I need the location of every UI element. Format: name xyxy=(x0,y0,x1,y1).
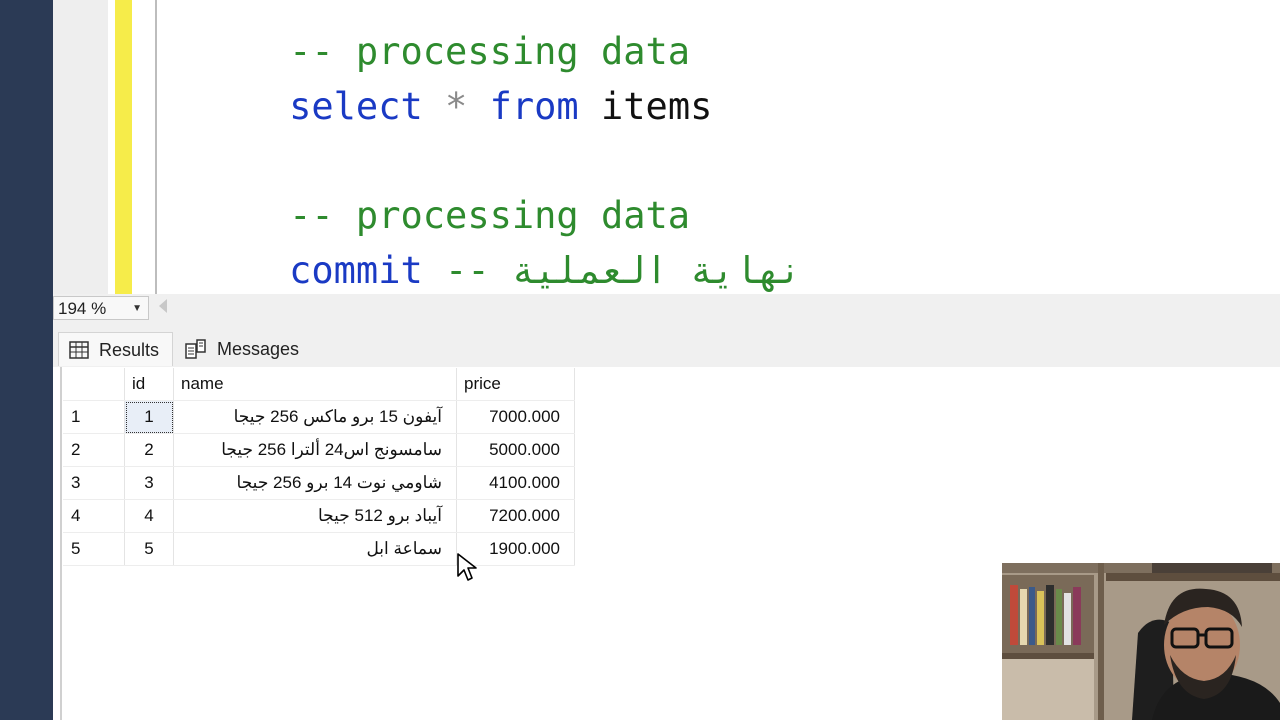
cell-id[interactable]: 3 xyxy=(124,466,174,500)
tab-messages[interactable]: Messages xyxy=(179,332,309,366)
row-number[interactable]: 4 xyxy=(63,499,125,533)
table-row[interactable]: 3 3 شاومي نوت 14 برو 256 جيجا 4100.000 xyxy=(63,466,575,500)
results-pane-border xyxy=(60,367,62,720)
row-number[interactable]: 3 xyxy=(63,466,125,500)
tab-results[interactable]: Results xyxy=(58,332,173,366)
grid-header-row: id name price xyxy=(63,368,575,401)
cell-price[interactable]: 7200.000 xyxy=(456,499,575,533)
row-number[interactable]: 5 xyxy=(63,532,125,566)
cell-name[interactable]: آيفون 15 برو ماكس 256 جيجا xyxy=(173,400,457,434)
cell-name[interactable]: شاومي نوت 14 برو 256 جيجا xyxy=(173,466,457,500)
cell-id[interactable]: 2 xyxy=(124,433,174,467)
editor-gutter xyxy=(53,0,108,294)
zoom-dropdown[interactable]: 194 % ▼ xyxy=(53,296,149,320)
column-header-price[interactable]: price xyxy=(456,368,575,401)
row-number[interactable]: 2 xyxy=(63,433,125,467)
sql-operator-star: * xyxy=(445,85,468,128)
table-row[interactable]: 2 2 سامسونج اس24 ألترا 256 جيجا 5000.000 xyxy=(63,433,575,467)
column-header-name[interactable]: name xyxy=(173,368,457,401)
cell-price[interactable]: 7000.000 xyxy=(456,400,575,434)
sql-table-name: items xyxy=(601,85,713,128)
table-row[interactable]: 5 5 سماعة ابل 1900.000 xyxy=(63,532,575,566)
results-tab-strip: Results Messages xyxy=(53,322,1280,368)
tab-results-label: Results xyxy=(99,339,160,360)
cell-id[interactable]: 5 xyxy=(124,532,174,566)
change-tracking-bar xyxy=(115,0,132,294)
column-header-id[interactable]: id xyxy=(124,368,174,401)
webcam-overlay xyxy=(1002,563,1280,720)
editor-status-bar: 194 % ▼ xyxy=(53,294,1280,323)
table-row[interactable]: 1 1 آيفون 15 برو ماكس 256 جيجا 7000.000 xyxy=(63,400,575,434)
cell-price[interactable]: 4100.000 xyxy=(456,466,575,500)
tab-messages-label: Messages xyxy=(217,339,300,359)
results-grid[interactable]: id name price 1 1 آيفون 15 برو ماكس 256 … xyxy=(63,368,575,566)
editor-gutter-divider xyxy=(155,0,157,294)
scroll-left-arrow-icon[interactable] xyxy=(159,299,167,313)
window-left-border xyxy=(0,0,53,720)
table-row[interactable]: 4 4 آيباد برو 512 جيجا 7200.000 xyxy=(63,499,575,533)
sql-comment-arabic: -- نهاية العملية xyxy=(445,249,802,292)
query-editor[interactable]: -- processing data select * from items -… xyxy=(53,0,1280,294)
cell-name[interactable]: سماعة ابل xyxy=(173,532,457,566)
webcam-video-icon xyxy=(1002,563,1280,720)
sql-keyword-from: from xyxy=(489,85,579,128)
messages-icon xyxy=(185,339,206,359)
sql-keyword-commit: commit xyxy=(289,249,423,292)
cell-id[interactable]: 4 xyxy=(124,499,174,533)
sql-keyword-select: select xyxy=(289,85,423,128)
row-number[interactable]: 1 xyxy=(63,400,125,434)
cell-price[interactable]: 5000.000 xyxy=(456,433,575,467)
cell-name[interactable]: سامسونج اس24 ألترا 256 جيجا xyxy=(173,433,457,467)
mouse-pointer-icon xyxy=(457,553,477,581)
grid-icon xyxy=(69,340,89,359)
row-number-header[interactable] xyxy=(63,368,125,401)
zoom-value: 194 % xyxy=(58,299,107,318)
chevron-down-icon[interactable]: ▼ xyxy=(132,297,142,321)
cell-id[interactable]: 1 xyxy=(124,400,174,434)
cell-name[interactable]: آيباد برو 512 جيجا xyxy=(173,499,457,533)
